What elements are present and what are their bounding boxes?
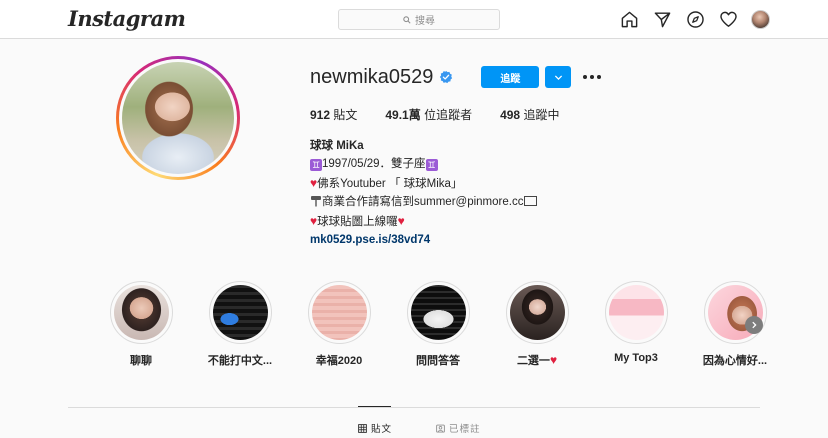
profile-stats: 912 貼文 49.1萬 位追蹤者 498 追蹤中 [310,106,587,123]
highlight-item[interactable]: 二選一♥ [497,281,577,368]
profile-avatar-story-ring[interactable] [116,56,240,180]
highlight-item[interactable]: 因為心情好... [695,281,775,368]
highlight-cover [608,285,664,340]
bio-line-stickers: ♥球球貼圖上線囉♥ [310,213,405,228]
red-heart-icon: ♥ [397,213,405,228]
profile-header: newmika0529 追蹤 [310,64,730,90]
following-count[interactable]: 498 追蹤中 [500,106,559,123]
search-placeholder: 搜尋 [415,16,435,27]
activity-heart-icon[interactable] [718,9,738,29]
tabs-divider [68,407,760,408]
verified-badge-icon [440,70,453,84]
nav-icon-group [619,9,770,29]
follow-button[interactable]: 追蹤 [481,66,540,88]
profile-bio: 球球 MiKa ♊ 1997/05/29．雙子座 ♊ ♥佛系Youtuber 「 球… [310,137,538,249]
highlight-cover [509,285,565,340]
tagged-icon [436,424,445,433]
highlight-item[interactable]: 不能打中文... [200,281,280,368]
home-icon[interactable] [619,9,639,29]
explore-icon[interactable] [685,9,705,29]
highlight-cover [113,285,169,340]
more-options-icon[interactable] [583,75,602,79]
search-input[interactable]: 搜尋 [338,9,500,30]
followers-count[interactable]: 49.1萬 位追蹤者 [385,106,472,123]
bio-line-youtuber: ♥佛系Youtuber 「 球球Mika」 [310,175,463,190]
bio-line-business: 商業合作請寫信到summer@pinmore.cc [310,193,538,211]
posts-count: 912 貼文 [310,108,358,122]
chevron-down-icon [554,74,563,80]
profile-tabs: 貼文 已標註 [358,421,481,435]
profile-avatar[interactable] [751,9,770,29]
highlight-item[interactable]: 問問答答 [398,281,478,368]
profile-photo [122,62,234,174]
highlight-item[interactable]: My Top3 [596,281,676,364]
direct-icon[interactable] [652,9,672,29]
gemini-sign-icon: ♊ [310,159,322,172]
highlight-item[interactable]: 聊聊 [101,281,181,368]
bio-line-birthday: ♊ 1997/05/29．雙子座 ♊ [310,158,438,172]
red-heart-icon: ♥ [549,353,558,367]
tab-posts[interactable]: 貼文 [358,421,392,435]
highlight-cover [212,285,268,340]
full-name: 球球 MiKa [310,140,364,152]
grid-icon [358,423,367,433]
username-row: newmika0529 追蹤 [310,64,730,90]
gemini-sign-icon: ♊ [425,159,438,172]
envelope-icon [524,196,538,207]
bio-external-link[interactable]: mk0529.pse.is/38vd74 [310,231,537,249]
chevron-right-icon [752,321,757,329]
highlight-item[interactable]: 幸福2020 [299,281,379,368]
username: newmika0529 [310,65,434,88]
profile-avatar-gap [119,59,237,177]
highlight-cover [410,285,466,340]
search-icon [403,15,411,24]
active-tab-indicator [358,406,391,407]
suggested-accounts-button[interactable] [545,66,572,88]
tab-tagged[interactable]: 已標註 [436,421,481,435]
pushpin-icon [311,196,321,207]
instagram-logo[interactable]: Instagram [68,6,186,31]
highlights-next-button[interactable] [745,316,763,334]
top-navigation-bar: Instagram 搜尋 [0,0,828,39]
highlight-cover [311,285,367,340]
